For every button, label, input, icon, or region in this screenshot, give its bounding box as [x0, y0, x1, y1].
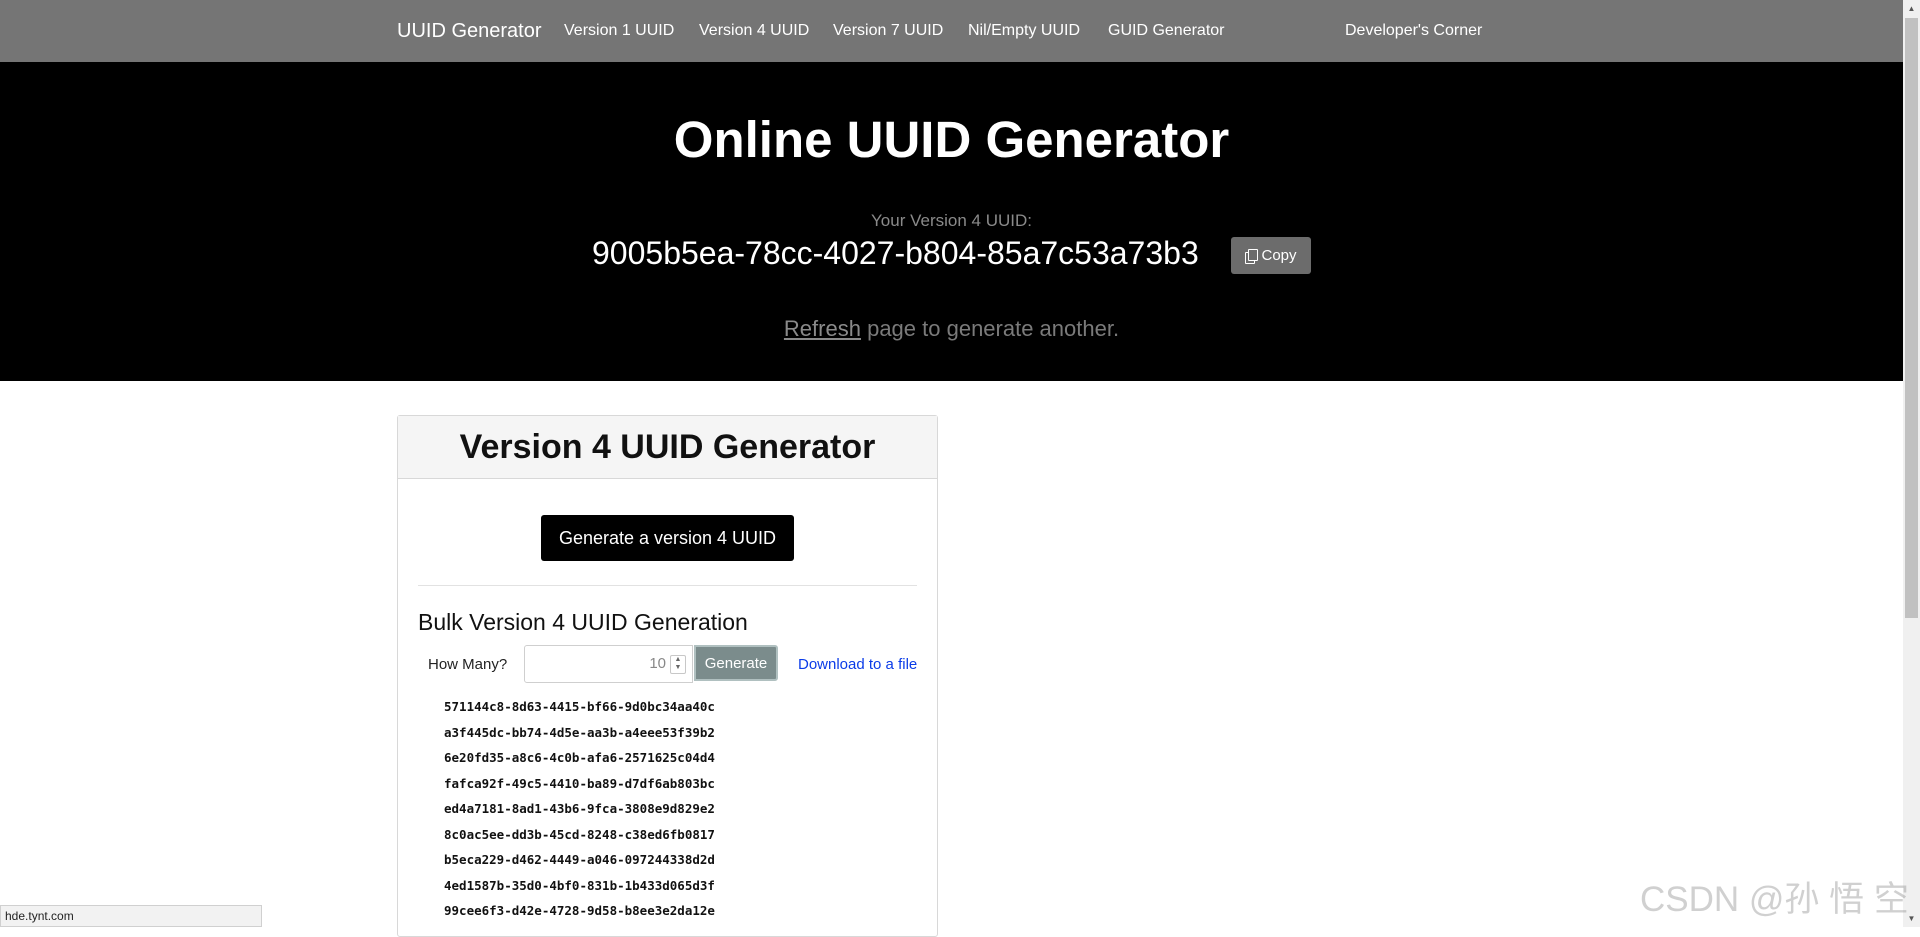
list-item: 6e20fd35-a8c6-4c0b-afa6-2571625c04d4 — [444, 750, 715, 765]
card-title: Version 4 UUID Generator — [459, 428, 876, 466]
generate-bulk-button[interactable]: Generate — [694, 645, 778, 681]
bulk-uuid-list: 571144c8-8d63-4415-bf66-9d0bc34aa40c a3f… — [444, 694, 715, 924]
list-item: 4ed1587b-35d0-4bf0-831b-1b433d065d3f — [444, 877, 715, 893]
copy-icon — [1245, 248, 1259, 264]
quantity-input[interactable]: 10 ▲ ▼ — [524, 645, 693, 683]
list-item: a3f445dc-bb74-4d5e-aa3b-a4eee53f39b2 — [444, 724, 715, 740]
list-item: 8c0ac5ee-dd3b-45cd-8248-c38ed6fb0817 — [444, 826, 715, 842]
list-item: fafca92f-49c5-4410-ba89-d7df6ab803bc — [444, 775, 715, 791]
list-item: 99cee6f3-d42e-4728-9d58-b8ee3e2da12e — [444, 903, 715, 918]
nav-developers-corner[interactable]: Developer's Corner — [1345, 22, 1482, 40]
vertical-scrollbar[interactable]: ▲ ▼ — [1903, 0, 1920, 927]
how-many-label: How Many? — [428, 656, 508, 673]
bulk-title: Bulk Version 4 UUID Generation — [418, 609, 748, 635]
nav-version-4-uuid[interactable]: Version 4 UUID — [699, 22, 809, 40]
generator-card: Version 4 UUID Generator Generate a vers… — [397, 415, 938, 937]
nav-version-1-uuid[interactable]: Version 1 UUID — [564, 22, 674, 40]
list-item: 571144c8-8d63-4415-bf66-9d0bc34aa40c — [444, 699, 715, 714]
scroll-thumb[interactable] — [1905, 18, 1918, 618]
nav-nil-empty-uuid[interactable]: Nil/Empty UUID — [968, 22, 1080, 40]
nav-version-7-uuid[interactable]: Version 7 UUID — [833, 22, 943, 40]
card-header: Version 4 UUID Generator — [398, 416, 937, 479]
hero-section: Online UUID Generator Your Version 4 UUI… — [0, 62, 1903, 381]
divider — [418, 585, 917, 586]
uuid-label: Your Version 4 UUID: — [871, 211, 1032, 230]
list-item: b5eca229-d462-4449-a046-097244338d2d — [444, 852, 715, 867]
page-title: Online UUID Generator — [673, 111, 1230, 168]
download-file-link[interactable]: Download to a file — [798, 656, 917, 673]
quantity-value: 10 — [649, 655, 666, 672]
refresh-suffix: page to generate another. — [860, 316, 1120, 341]
top-navbar: UUID Generator Version 1 UUID Version 4 … — [0, 0, 1903, 62]
generate-uuid-button[interactable]: Generate a version 4 UUID — [541, 515, 794, 561]
copy-button[interactable]: Copy — [1231, 237, 1311, 274]
scroll-up-icon[interactable]: ▲ — [1903, 0, 1920, 17]
refresh-line: Refresh page to generate another. — [0, 316, 1903, 342]
uuid-value: 9005b5ea-78cc-4027-b804-85a7c53a73b3 — [592, 235, 1199, 271]
copy-button-label: Copy — [1261, 247, 1297, 264]
nav-guid-generator[interactable]: GUID Generator — [1108, 22, 1224, 40]
list-item: ed4a7181-8ad1-43b6-9fca-3808e9d829e2 — [444, 801, 715, 816]
watermark: CSDN @孙 悟 空 — [1640, 880, 1909, 919]
brand-link[interactable]: UUID Generator — [397, 20, 542, 43]
refresh-link[interactable]: Refresh — [784, 316, 861, 341]
quantity-stepper[interactable]: ▲ ▼ — [670, 655, 686, 674]
status-bar-url: hde.tynt.com — [0, 905, 262, 927]
